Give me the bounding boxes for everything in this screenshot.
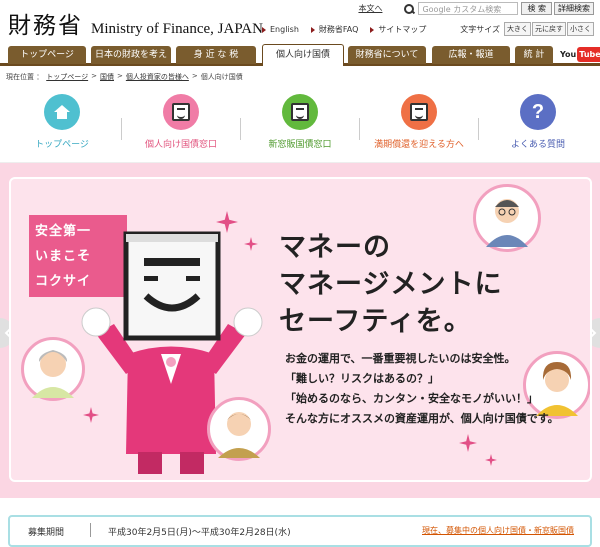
search-input[interactable]: Google カスタム検索 (418, 2, 519, 15)
mof-logo[interactable]: 財務省 Ministry of Finance, JAPAN (8, 6, 263, 40)
body-line: お金の運用で、一番重要視したいのは安全性。 (285, 352, 516, 365)
subnav-icon-circle: ? (520, 94, 556, 130)
skip-to-content-link[interactable]: 本文へ (358, 3, 382, 14)
period-value: 平成30年2月5日(月)～平成30年2月28日(水) (108, 528, 291, 538)
font-size-controls: 文字サイズ 大きく 元に戻す 小さく (460, 22, 594, 36)
breadcrumb-separator: > (116, 72, 123, 80)
house-icon (54, 105, 70, 119)
breadcrumb-current: 個人向け国債 (200, 73, 243, 81)
utility-links: English 財務省FAQ サイトマップ (262, 24, 438, 35)
elderly-woman-avatar (21, 337, 85, 401)
question-icon: ? (531, 100, 545, 123)
youtube-logo-text: You (560, 50, 577, 59)
youtube-logo-tube: Tube (577, 47, 600, 62)
young-man-icon (218, 412, 260, 458)
search-icon (404, 3, 415, 14)
triangle-bullet-icon (370, 26, 375, 33)
font-size-reset-button[interactable]: 元に戻す (532, 22, 566, 36)
tab-tax[interactable]: 身 近 な 税 (176, 46, 256, 64)
headline-line: セーフティを。 (279, 306, 472, 337)
kokusai-character-icon (291, 103, 309, 121)
headline-line: マネーの (279, 232, 391, 263)
hero-headline: マネーの マネージメントに セーフティを。 (279, 229, 502, 340)
headline-line: マネージメントに (279, 269, 503, 300)
breadcrumb-separator: > (191, 72, 198, 80)
sparkle-icon (459, 434, 477, 452)
sparkle-icon (485, 454, 497, 466)
site-header: 財務省 Ministry of Finance, JAPAN 本文へ Googl… (0, 0, 600, 44)
tab-about-mof[interactable]: 財務省について (348, 46, 426, 64)
tab-individual-jgb[interactable]: 個人向け国債 (262, 44, 344, 66)
subnav-item-top[interactable]: トップページ (3, 88, 121, 160)
breadcrumb: 現在位置 ： トップページ > 国債 > 個人投資家の皆様へ > 個人向け国債 (6, 72, 246, 82)
application-period-bar: 募集期間 平成30年2月5日(月)～平成30年2月28日(水) 現在、募集中の個… (8, 515, 592, 547)
global-nav: トップページ 日本の財政を考える 身 近 な 税 個人向け国債 財務省について … (0, 44, 600, 78)
subnav-item-faq[interactable]: ? よくある質問 (479, 88, 597, 160)
font-size-large-button[interactable]: 大きく (504, 22, 531, 36)
tab-top-page[interactable]: トップページ (8, 46, 86, 64)
subnav-label: よくある質問 (510, 140, 565, 150)
font-size-label: 文字サイズ (460, 24, 500, 34)
youtube-link[interactable]: You Tube (558, 47, 600, 62)
detail-search-button[interactable]: 詳細検索 (554, 2, 594, 15)
body-line: そんな方にオススメの資産運用が、個人向け国債です。 (285, 412, 559, 425)
subnav-item-maturity[interactable]: 満期償還を迎える方へ (360, 88, 478, 160)
subnav-item-individual-jgb-window[interactable]: 個人向け国債窓口 (122, 88, 240, 160)
logo-japanese: 財務省 (8, 13, 83, 39)
kokusai-character-icon (410, 103, 428, 121)
english-link[interactable]: English (262, 25, 299, 34)
subnav-icon-circle (401, 94, 437, 130)
breadcrumb-separator: > (91, 72, 97, 80)
breadcrumb-label: 現在位置 ： (6, 73, 44, 81)
subnav-icon-circle (163, 94, 199, 130)
hero-banner[interactable]: 安全第一 いまこそ コクサイ マネーの マネージメントに セーフティを。 お金の… (9, 177, 592, 482)
faq-link[interactable]: 財務省FAQ (310, 24, 358, 35)
period-label: 募集期間 (28, 528, 65, 538)
young-man-avatar (207, 397, 271, 461)
breadcrumb-top[interactable]: トップページ (46, 72, 88, 82)
font-size-small-button[interactable]: 小さく (567, 22, 594, 36)
sub-nav: トップページ 個人向け国債窓口 新窓販国債窓口 満期償還を迎える方へ ? よくあ… (0, 88, 600, 163)
hero-body-copy: お金の運用で、一番重要視したいのは安全性。 「難しい？リスクはあるの？」 「始め… (285, 349, 559, 429)
utility-search-bar: 本文へ Google カスタム検索 検 索 詳細検索 (358, 2, 594, 15)
subnav-label: 個人向け国債窓口 (144, 140, 217, 150)
triangle-bullet-icon (310, 26, 315, 33)
tab-statistics[interactable]: 統 計 (515, 46, 553, 64)
triangle-bullet-icon (262, 26, 266, 33)
kokusai-character-icon (172, 103, 190, 121)
tab-press[interactable]: 広報・報道 (432, 46, 510, 64)
subnav-icon-circle (44, 94, 80, 130)
current-offerings-link[interactable]: 現在、募集中の個人向け国債・新窓販国債 (422, 525, 574, 536)
subnav-item-new-jgb-window[interactable]: 新窓販国債窓口 (241, 88, 359, 160)
body-line: 「難しい？リスクはあるの？」 (285, 372, 439, 385)
sitemap-link[interactable]: サイトマップ (370, 24, 426, 35)
logo-english: Ministry of Finance, JAPAN (91, 21, 263, 37)
body-line: 「始めるのなら、カンタン・安全なモノがいい！」 (285, 392, 538, 405)
tab-japan-finance[interactable]: 日本の財政を考える (91, 46, 171, 78)
period-divider (90, 523, 91, 537)
search-button[interactable]: 検 索 (521, 2, 552, 15)
subnav-label: 満期償還を迎える方へ (374, 140, 464, 150)
subnav-label: トップページ (35, 140, 89, 150)
subnav-icon-circle (282, 94, 318, 130)
breadcrumb-individual-investors[interactable]: 個人投資家の皆様へ (126, 72, 189, 82)
elderly-woman-icon (32, 350, 74, 398)
subnav-label: 新窓販国債窓口 (268, 140, 332, 150)
breadcrumb-jgb[interactable]: 国債 (100, 72, 114, 82)
